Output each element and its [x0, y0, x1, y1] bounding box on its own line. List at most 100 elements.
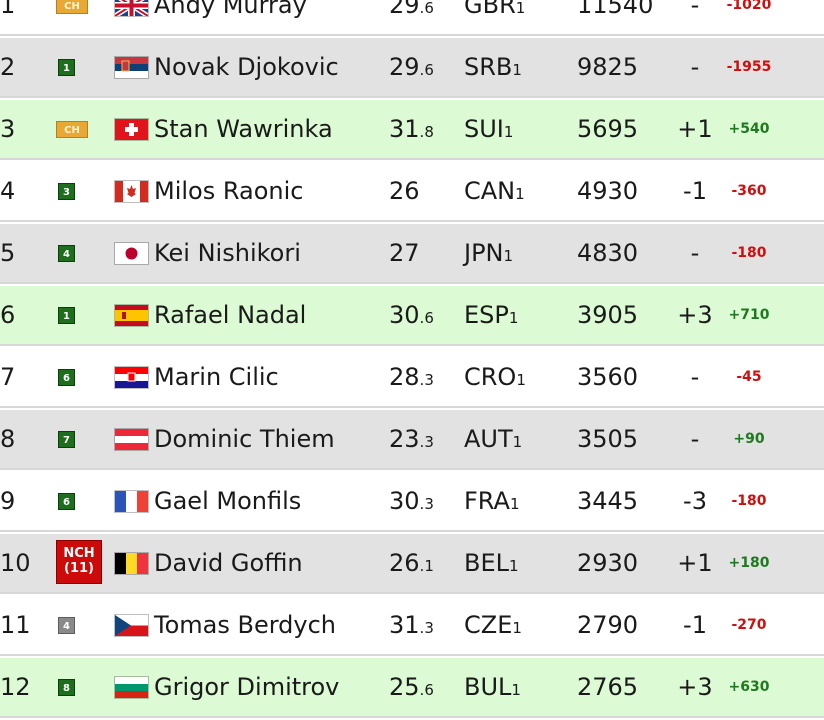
table-row[interactable]: 3 CH Stan Wawrinka 31.8 SUI1 5695 +1 +540 [0, 100, 824, 160]
points-cell: 9825 [577, 53, 639, 81]
points-change: -1020 [726, 0, 772, 13]
rank-cell: 3 [0, 115, 16, 143]
esp-flag-icon [115, 305, 148, 326]
points-change: -1955 [726, 59, 772, 75]
player-name[interactable]: Tomas Berdych [154, 596, 336, 654]
player-name[interactable]: Rafael Nadal [154, 286, 306, 344]
rank-cell: 5 [0, 239, 16, 267]
table-row[interactable]: 8 7 Dominic Thiem 23.3 AUT1 3505 - +90 [0, 410, 824, 470]
srb-flag-icon [115, 57, 148, 78]
ranking-badge: 6 [58, 369, 75, 386]
aut-flag-icon [115, 429, 148, 450]
ranking-badge: 3 [58, 183, 75, 200]
rank-cell: 9 [0, 487, 16, 515]
country-cell: JPN1 [464, 239, 514, 267]
table-row[interactable]: 11 4 Tomas Berdych 31.3 CZE1 2790 -1 -270 [0, 596, 824, 656]
points-change: -360 [731, 183, 767, 199]
rank-cell: 8 [0, 425, 16, 453]
points-cell: 3445 [577, 487, 639, 515]
age-cell: 26 [389, 177, 420, 205]
ranking-badge: 4 [58, 245, 75, 262]
points-cell: 2930 [577, 549, 639, 577]
points-change: +540 [728, 121, 770, 137]
table-row[interactable]: 2 1 Novak Djokovic 29.6 SRB1 9825 - -1955 [0, 38, 824, 98]
table-row[interactable]: 7 6 Marin Cilic 28.3 CRO1 3560 - -45 [0, 348, 824, 408]
position-change: +3 [677, 301, 713, 329]
player-name[interactable]: Grigor Dimitrov [154, 658, 339, 716]
table-row[interactable]: 6 1 Rafael Nadal 30.6 ESP1 3905 +3 +710 [0, 286, 824, 346]
ranking-badge: 7 [58, 431, 75, 448]
ranking-badge: 8 [58, 679, 75, 696]
player-name[interactable]: Kei Nishikori [154, 224, 301, 282]
table-row[interactable]: 10 NCH (11) David Goffin 26.1 BEL1 2930 +1 +180 [0, 534, 824, 594]
points-cell: 11540 [577, 0, 654, 19]
rank-cell: 1 [0, 0, 16, 19]
country-cell: BEL1 [464, 549, 519, 577]
points-change: +90 [733, 431, 765, 447]
age-cell: 27 [389, 239, 420, 267]
player-name[interactable]: Milos Raonic [154, 162, 303, 220]
table-row[interactable]: 4 3 Milos Raonic 26 CAN1 4930 -1 -360 [0, 162, 824, 222]
rank-cell: 11 [0, 611, 31, 639]
points-change: +710 [728, 307, 770, 323]
table-row[interactable]: 9 6 Gael Monfils 30.3 FRA1 3445 -3 -180 [0, 472, 824, 532]
country-cell: CZE1 [464, 611, 522, 639]
position-change: +1 [677, 549, 713, 577]
table-row[interactable]: 1 CH Andy Murray 29.6 GBR1 11540 - -1020 [0, 0, 824, 36]
player-name[interactable]: Dominic Thiem [154, 410, 335, 468]
age-cell: 28.3 [389, 363, 434, 391]
country-cell: CAN1 [464, 177, 525, 205]
points-cell: 5695 [577, 115, 639, 143]
player-name[interactable]: Andy Murray [154, 0, 307, 34]
country-cell: GBR1 [464, 0, 526, 19]
position-change: -3 [683, 487, 707, 515]
table-row[interactable]: 5 4 Kei Nishikori 27 JPN1 4830 - -180 [0, 224, 824, 284]
ranking-badge: CH [56, 0, 88, 14]
player-name[interactable]: Stan Wawrinka [154, 100, 333, 158]
country-cell: ESP1 [464, 301, 519, 329]
points-cell: 4930 [577, 177, 639, 205]
points-cell: 4830 [577, 239, 639, 267]
rank-cell: 6 [0, 301, 16, 329]
age-cell: 30.3 [389, 487, 434, 515]
ranking-badge: 4 [58, 617, 75, 634]
rank-cell: 4 [0, 177, 16, 205]
player-name[interactable]: Marin Cilic [154, 348, 279, 406]
position-change: - [690, 53, 700, 81]
ranking-badge: CH [56, 121, 88, 138]
cze-flag-icon [115, 615, 148, 636]
points-cell: 2790 [577, 611, 639, 639]
ranking-badge: 1 [58, 307, 75, 324]
gbr-flag-icon [115, 0, 148, 16]
rank-cell: 2 [0, 53, 16, 81]
can-flag-icon [115, 181, 148, 202]
country-cell: BUL1 [464, 673, 521, 701]
cro-flag-icon [115, 367, 148, 388]
rank-cell: 10 [0, 549, 31, 577]
age-cell: 30.6 [389, 301, 434, 329]
player-name[interactable]: Novak Djokovic [154, 38, 339, 96]
rank-cell: 12 [0, 673, 31, 701]
position-change: -1 [683, 611, 707, 639]
age-cell: 26.1 [389, 549, 434, 577]
points-change: -45 [736, 369, 762, 385]
fra-flag-icon [115, 491, 148, 512]
ranking-badge: 6 [58, 493, 75, 510]
ranking-badge: NCH (11) [56, 540, 102, 584]
points-change: +630 [728, 679, 770, 695]
player-name[interactable]: David Goffin [154, 534, 303, 592]
points-cell: 3505 [577, 425, 639, 453]
position-change: - [690, 363, 700, 391]
country-cell: SUI1 [464, 115, 514, 143]
table-row[interactable]: 12 8 Grigor Dimitrov 25.6 BUL1 2765 +3 +630 [0, 658, 824, 718]
age-cell: 25.6 [389, 673, 434, 701]
rank-cell: 7 [0, 363, 16, 391]
bel-flag-icon [115, 553, 148, 574]
points-change: +180 [728, 555, 770, 571]
player-name[interactable]: Gael Monfils [154, 472, 301, 530]
country-cell: SRB1 [464, 53, 522, 81]
position-change: +1 [677, 115, 713, 143]
age-cell: 31.8 [389, 115, 434, 143]
country-cell: AUT1 [464, 425, 523, 453]
points-change: -180 [731, 493, 767, 509]
